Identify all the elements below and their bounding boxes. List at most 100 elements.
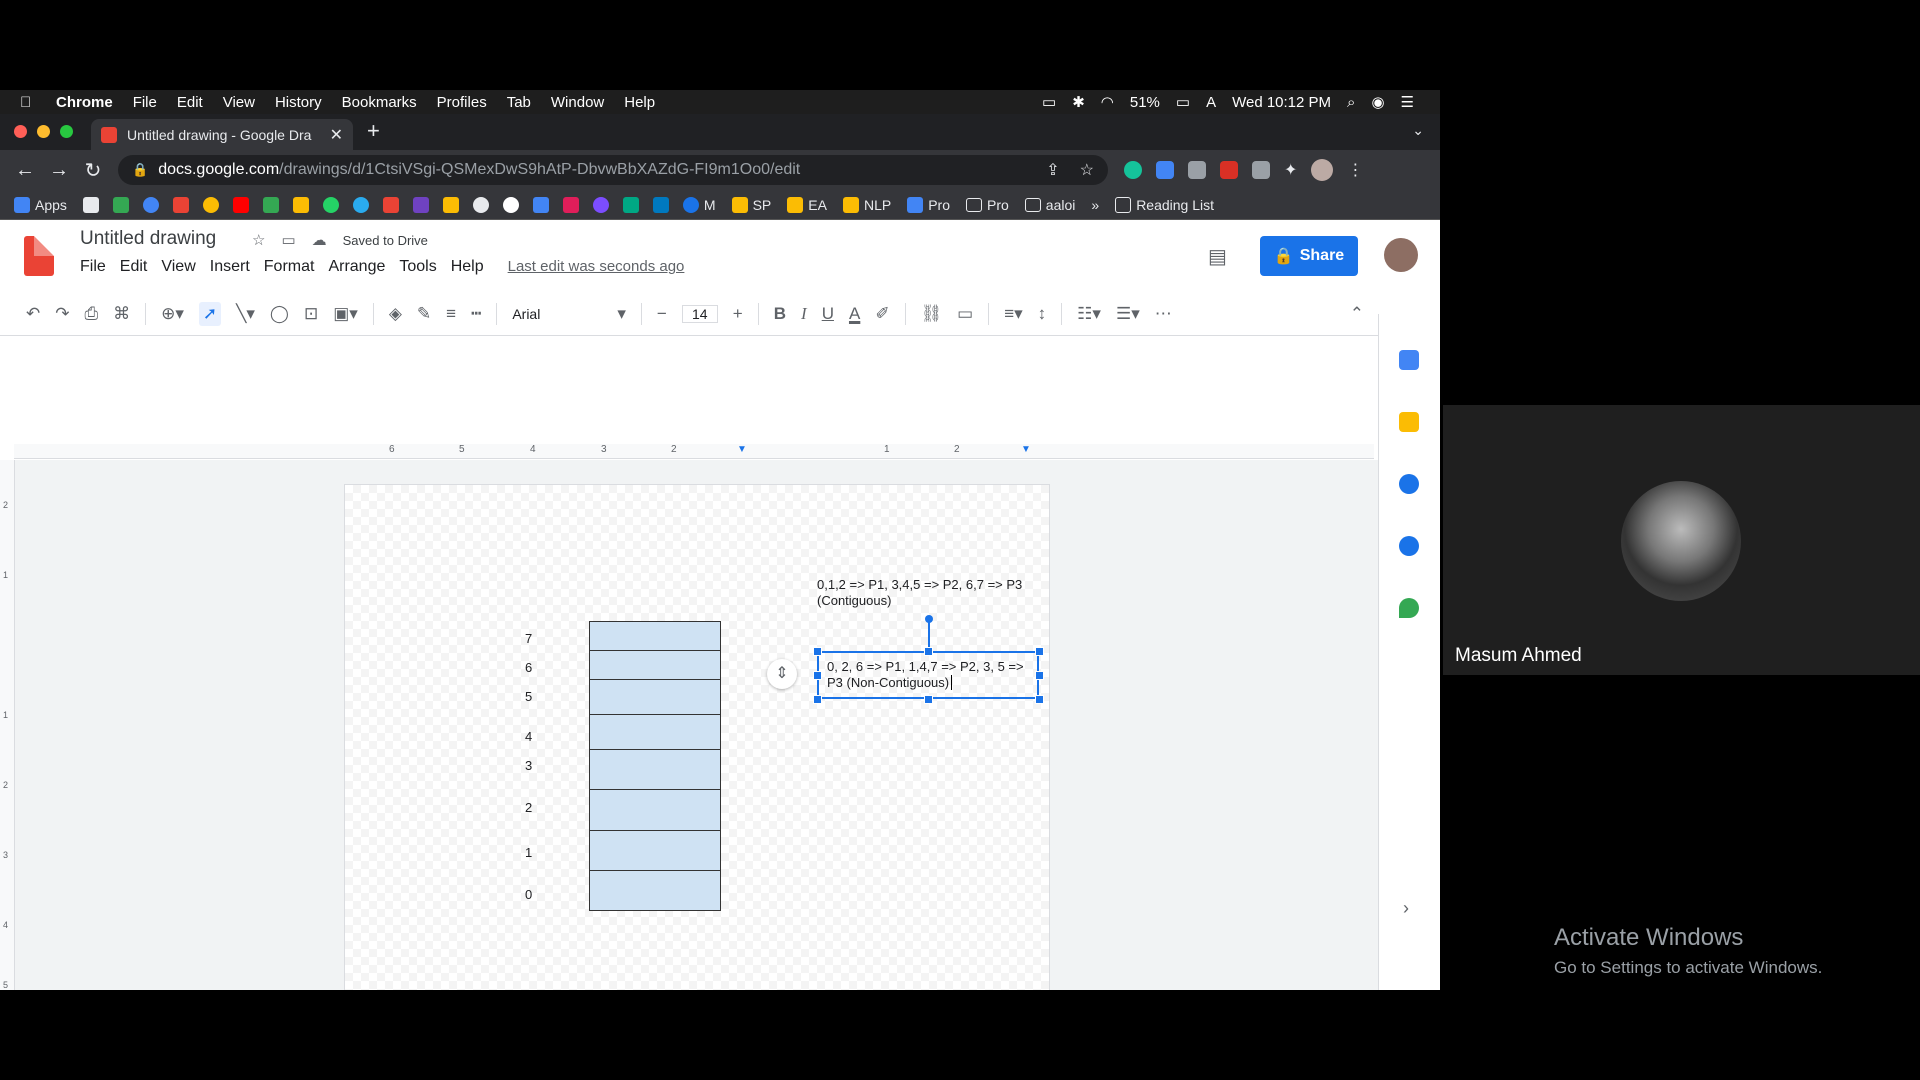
new-tab-button[interactable]: + [367, 118, 380, 144]
memory-block-rectangle[interactable] [589, 621, 721, 911]
text-box-contiguous[interactable]: 0,1,2 => P1, 3,4,5 => P2, 6,7 => P3 (Con… [817, 577, 1057, 609]
pdf-extension-icon[interactable] [1220, 161, 1238, 179]
menubar-tab[interactable]: Tab [507, 94, 531, 111]
github-icon[interactable] [502, 196, 519, 213]
clock[interactable]: Wed 10:12 PM [1232, 94, 1331, 111]
bookmark-star-icon[interactable]: ☆ [1080, 160, 1094, 180]
extension-icon[interactable] [1156, 161, 1174, 179]
menubar-view[interactable]: View [223, 94, 255, 111]
menubar-history[interactable]: History [275, 94, 322, 111]
text-box-icon[interactable]: ⊡ [304, 304, 318, 324]
reload-button[interactable]: ↻ [76, 158, 110, 183]
lock-icon[interactable]: 🔒 [132, 162, 148, 178]
resize-handle[interactable] [813, 647, 822, 656]
line-tool-icon[interactable]: ╲▾ [236, 304, 255, 324]
bookmark-icon[interactable] [622, 196, 639, 213]
menubar-file[interactable]: File [133, 94, 157, 111]
memory-index-label[interactable]: 5 [525, 689, 532, 704]
profile-avatar[interactable] [1311, 159, 1334, 181]
bulleted-list-icon[interactable]: ☷▾ [1077, 304, 1101, 324]
bookmark-icon[interactable] [532, 196, 549, 213]
bookmark-apps[interactable]: Apps [14, 196, 67, 213]
move-folder-icon[interactable]: ▭ [281, 231, 295, 249]
border-dash-icon[interactable]: ┅ [471, 304, 481, 324]
bookmark-icon[interactable] [142, 196, 159, 213]
menu-edit[interactable]: Edit [120, 258, 148, 276]
border-color-icon[interactable]: ✎ [417, 304, 431, 324]
highlight-icon[interactable]: ✐ [875, 304, 889, 324]
bookmark-aaloi-folder[interactable]: aaloi [1024, 197, 1075, 213]
cloud-saved-icon[interactable]: ☁ [312, 231, 327, 249]
mail-extension-icon[interactable] [1188, 161, 1206, 179]
ruler-indent-marker[interactable]: ▼ [737, 444, 747, 455]
decrease-font-size-icon[interactable]: − [657, 304, 667, 324]
bookmark-sp[interactable]: SP [731, 196, 771, 213]
text-box-noncontiguous-text[interactable]: 0, 2, 6 => P1, 1,4,7 => P2, 3, 5 => P3 (… [827, 659, 1024, 690]
memory-index-label[interactable]: 7 [525, 631, 532, 646]
increase-font-size-icon[interactable]: + [733, 304, 743, 324]
zoom-window-button[interactable] [60, 125, 73, 138]
whatsapp-icon[interactable] [322, 196, 339, 213]
tasks-icon[interactable] [1399, 474, 1419, 494]
more-icon[interactable]: ⋯ [1155, 304, 1172, 324]
telegram-icon[interactable] [352, 196, 369, 213]
forward-button[interactable]: → [42, 159, 76, 182]
text-color-icon[interactable]: A [849, 304, 860, 324]
video-call-tile[interactable]: Masum Ahmed [1443, 405, 1920, 675]
zoom-icon[interactable]: ⊕▾ [161, 304, 184, 324]
resize-handle[interactable] [924, 647, 933, 656]
memory-index-label[interactable]: 3 [525, 758, 532, 773]
ruler-right-indent-marker[interactable]: ▼ [1021, 444, 1031, 455]
fill-color-icon[interactable]: ◈ [389, 304, 402, 324]
menubar-profiles[interactable]: Profiles [437, 94, 487, 111]
select-tool-icon[interactable]: ➚ [198, 301, 222, 326]
bluetooth-icon[interactable]: ✱ [1072, 93, 1085, 111]
minimize-window-button[interactable] [37, 125, 50, 138]
bookmark-icon[interactable] [472, 196, 489, 213]
url-field[interactable]: 🔒 docs.google.com /drawings/d/1CtsiVSgi-… [118, 155, 1108, 185]
menu-arrange[interactable]: Arrange [328, 258, 385, 276]
document-title[interactable]: Untitled drawing [80, 228, 216, 250]
tab-close-icon[interactable]: ✕ [330, 125, 343, 145]
vertical-ruler[interactable]: 2 1 1 2 3 4 5 [0, 460, 15, 990]
menu-help[interactable]: Help [451, 258, 484, 276]
bookmark-icon[interactable] [592, 196, 609, 213]
menubar-window[interactable]: Window [551, 94, 604, 111]
calendar-icon[interactable] [1399, 350, 1419, 370]
undo-icon[interactable]: ↶ [26, 304, 40, 324]
bookmark-icon[interactable] [112, 196, 129, 213]
bookmark-icon[interactable] [82, 196, 99, 213]
browser-tab-active[interactable]: Untitled drawing - Google Dra ✕ [91, 119, 353, 150]
resize-handle[interactable] [924, 695, 933, 704]
resize-handle[interactable] [813, 695, 822, 704]
menubar-edit[interactable]: Edit [177, 94, 203, 111]
print-icon[interactable]: ⎙ [85, 304, 99, 324]
bookmark-icon[interactable] [202, 196, 219, 213]
text-box-noncontiguous[interactable]: 0, 2, 6 => P1, 1,4,7 => P2, 3, 5 => P3 (… [817, 651, 1039, 699]
keep-icon[interactable] [1399, 412, 1419, 432]
font-size-input[interactable]: 14 [681, 304, 718, 323]
bookmark-icon[interactable] [412, 196, 429, 213]
control-center-icon[interactable]: ☰ [1401, 93, 1414, 111]
reading-list[interactable]: Reading List [1115, 196, 1214, 213]
screen-extension-icon[interactable] [1252, 161, 1270, 179]
font-dropdown-icon[interactable]: ▾ [617, 304, 626, 324]
memory-index-label[interactable]: 1 [525, 845, 532, 860]
show-side-panel-chevron-icon[interactable]: › [1403, 898, 1409, 919]
spotlight-icon[interactable]: ⌕ [1347, 94, 1355, 111]
shape-tool-icon[interactable]: ◯ [270, 304, 289, 324]
contacts-icon[interactable] [1399, 536, 1419, 556]
image-icon[interactable]: ▣▾ [333, 304, 358, 324]
line-spacing-icon[interactable]: ↕ [1038, 304, 1047, 324]
horizontal-ruler[interactable]: 6 5 4 3 2 ▼ 1 2 ▼ [14, 444, 1374, 459]
extensions-puzzle-icon[interactable]: ✦ [1284, 160, 1297, 180]
bold-icon[interactable]: B [774, 304, 786, 324]
bookmark-icon[interactable] [442, 196, 459, 213]
apple-icon[interactable]:  [20, 94, 36, 111]
drive-icon[interactable] [292, 196, 309, 213]
bookmark-pro-folder[interactable]: Pro [966, 197, 1009, 213]
redo-icon[interactable]: ↷ [55, 304, 69, 324]
trello-icon[interactable] [652, 196, 669, 213]
memory-index-label[interactable]: 4 [525, 729, 532, 744]
menu-file[interactable]: File [80, 258, 106, 276]
